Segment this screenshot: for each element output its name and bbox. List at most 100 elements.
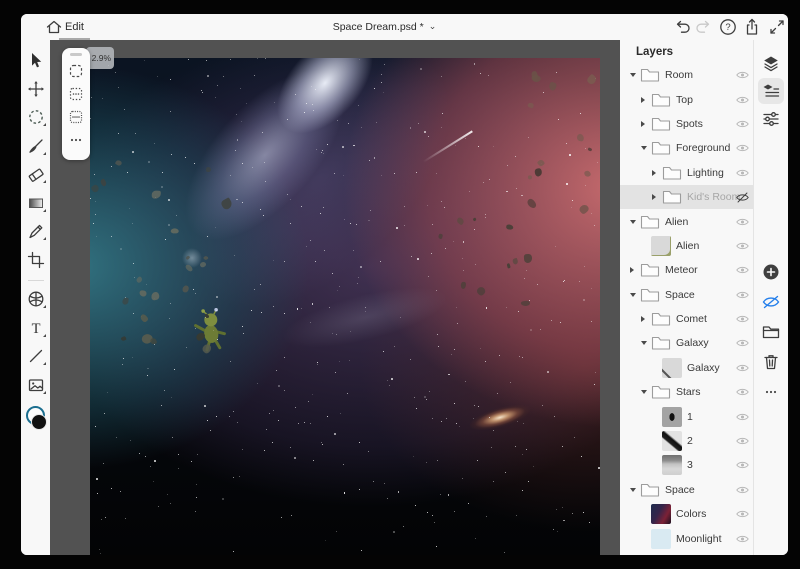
more-options-button[interactable] <box>66 129 86 152</box>
expand-group-icon[interactable] <box>641 121 651 127</box>
visibility-on-icon[interactable] <box>735 118 749 130</box>
subtract-selection-button[interactable] <box>66 106 86 129</box>
layer-thumbnail-colors[interactable] <box>651 504 671 524</box>
layer-label: Lighting <box>687 167 724 179</box>
layer-row-kid-s-room[interactable]: Kid's Room <box>620 185 753 209</box>
share-icon[interactable] <box>742 17 762 37</box>
toggle-visibility-icon[interactable] <box>758 289 784 315</box>
visibility-on-icon[interactable] <box>735 240 749 252</box>
expand-icon[interactable] <box>767 17 787 37</box>
collapse-group-icon[interactable] <box>641 146 651 150</box>
layer-thumbnail-gradient[interactable] <box>662 455 682 475</box>
folder-icon <box>640 287 660 303</box>
collapse-group-icon[interactable] <box>630 293 640 297</box>
visibility-on-icon[interactable] <box>735 484 749 496</box>
collapse-group-icon[interactable] <box>641 341 651 345</box>
expand-group-icon[interactable] <box>641 97 651 103</box>
brush-tool[interactable] <box>25 135 47 157</box>
layer-row-space[interactable]: Space <box>620 478 753 502</box>
visibility-on-icon[interactable] <box>735 411 749 423</box>
layer-thumbnail-alien[interactable] <box>651 236 671 256</box>
layer-row-moonlight[interactable]: Moonlight <box>620 526 753 550</box>
layer-thumbnail-moonlight[interactable] <box>651 529 671 549</box>
layer-thumbnail-brush-dark[interactable] <box>662 407 682 427</box>
gradient-tool[interactable] <box>25 192 47 214</box>
transform-tool[interactable] <box>25 78 47 100</box>
adjustments-icon[interactable] <box>758 106 784 132</box>
layer-properties-icon[interactable] <box>758 78 784 104</box>
drag-handle[interactable] <box>70 53 82 56</box>
layer-row-top[interactable]: Top <box>620 87 753 111</box>
zoom-level-badge: 2.9% <box>86 47 114 69</box>
layer-label: Galaxy <box>687 362 720 374</box>
layer-row-foreground[interactable]: Foreground <box>620 136 753 160</box>
layer-row-lighting[interactable]: Lighting <box>620 161 753 185</box>
document-title[interactable]: Space Dream.psd * ⌄ <box>21 14 748 40</box>
visibility-on-icon[interactable] <box>735 508 749 520</box>
layer-row-room[interactable]: Room <box>620 63 753 87</box>
add-selection-button[interactable] <box>66 83 86 106</box>
expand-group-icon[interactable] <box>652 170 662 176</box>
canvas-area[interactable] <box>50 40 620 555</box>
delete-layer-icon[interactable] <box>758 349 784 375</box>
more-options-icon[interactable] <box>758 379 784 405</box>
background-color[interactable] <box>31 414 47 430</box>
move-tool[interactable] <box>25 49 47 71</box>
visibility-on-icon[interactable] <box>735 167 749 179</box>
layer-row-space[interactable]: Space <box>620 283 753 307</box>
expand-group-icon[interactable] <box>641 316 651 322</box>
chevron-down-icon: ⌄ <box>429 21 437 32</box>
layer-row-alien[interactable]: Alien <box>620 209 753 233</box>
visibility-on-icon[interactable] <box>735 313 749 325</box>
collapse-group-icon[interactable] <box>630 220 640 224</box>
undo-icon[interactable] <box>672 17 692 37</box>
visibility-on-icon[interactable] <box>735 362 749 374</box>
visibility-off-icon[interactable] <box>735 191 749 203</box>
layer-row-meteor[interactable]: Meteor <box>620 258 753 282</box>
visibility-on-icon[interactable] <box>735 289 749 301</box>
type-tool[interactable]: T <box>25 317 47 339</box>
visibility-on-icon[interactable] <box>735 533 749 545</box>
visibility-on-icon[interactable] <box>735 94 749 106</box>
layer-row-1[interactable]: 1 <box>620 404 753 428</box>
visibility-on-icon[interactable] <box>735 142 749 154</box>
collapse-group-icon[interactable] <box>630 488 640 492</box>
visibility-on-icon[interactable] <box>735 264 749 276</box>
visibility-on-icon[interactable] <box>735 337 749 349</box>
layer-row-colors[interactable]: Colors <box>620 502 753 526</box>
group-layers-icon[interactable] <box>758 319 784 345</box>
layer-row-comet[interactable]: Comet <box>620 307 753 331</box>
shapes-tool[interactable] <box>25 288 47 310</box>
layer-thumbnail-brush-light[interactable] <box>662 431 682 451</box>
crop-tool[interactable] <box>25 249 47 271</box>
new-selection-button[interactable] <box>66 60 86 83</box>
canvas-artwork[interactable] <box>90 58 600 555</box>
layer-row-2[interactable]: 2 <box>620 429 753 453</box>
visibility-on-icon[interactable] <box>735 69 749 81</box>
visibility-on-icon[interactable] <box>735 216 749 228</box>
collapse-group-icon[interactable] <box>641 390 651 394</box>
line-tool[interactable] <box>25 345 47 367</box>
layers-view-icon[interactable] <box>758 50 784 76</box>
add-layer-icon[interactable] <box>758 259 784 285</box>
visibility-on-icon[interactable] <box>735 435 749 447</box>
collapse-group-icon[interactable] <box>630 73 640 77</box>
expand-group-icon[interactable] <box>652 194 662 200</box>
layer-row-spots[interactable]: Spots <box>620 112 753 136</box>
layer-row-galaxy[interactable]: Galaxy <box>620 356 753 380</box>
layer-row-alien[interactable]: Alien <box>620 234 753 258</box>
lasso-select-tool[interactable] <box>25 106 47 128</box>
expand-group-icon[interactable] <box>630 267 640 273</box>
visibility-on-icon[interactable] <box>735 459 749 471</box>
visibility-on-icon[interactable] <box>735 386 749 398</box>
healing-tool[interactable] <box>25 220 47 242</box>
layer-thumbnail-galaxy[interactable] <box>662 358 682 378</box>
layer-row-3[interactable]: 3 <box>620 453 753 477</box>
color-swatch[interactable] <box>25 406 47 430</box>
place-image-tool[interactable] <box>25 374 47 396</box>
layer-row-galaxy[interactable]: Galaxy <box>620 331 753 355</box>
redo-icon[interactable] <box>693 17 713 37</box>
help-icon[interactable]: ? <box>718 17 738 37</box>
eraser-tool[interactable] <box>25 163 47 185</box>
layer-row-stars[interactable]: Stars <box>620 380 753 404</box>
